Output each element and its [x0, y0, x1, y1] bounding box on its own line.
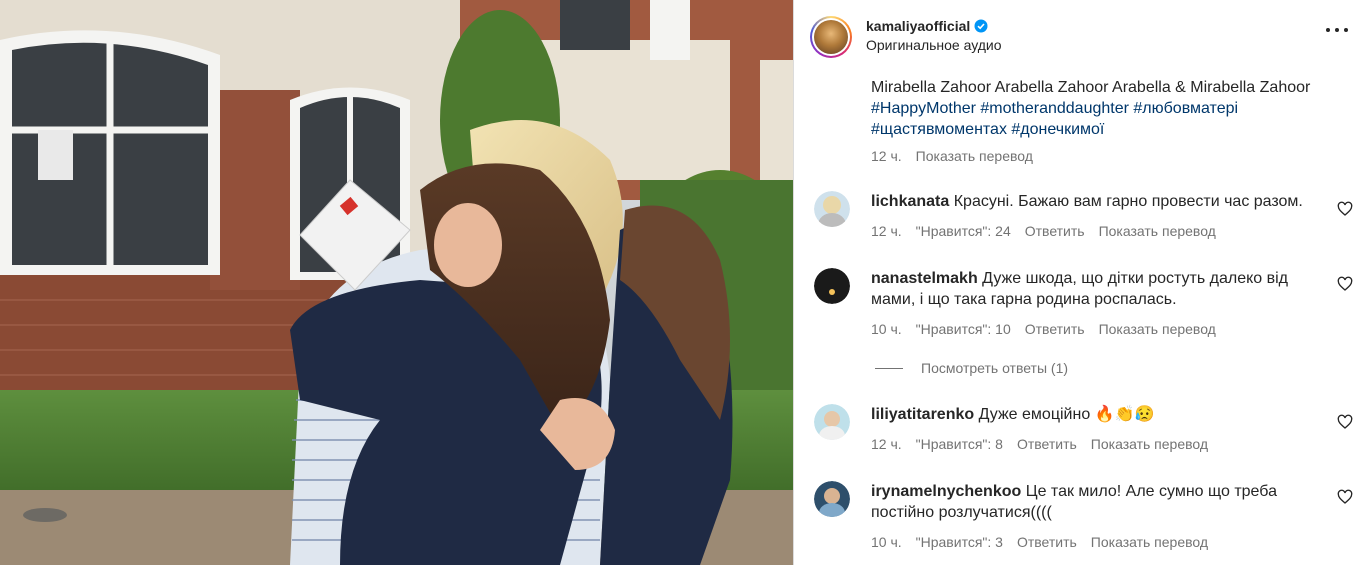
commenter-avatar[interactable]	[814, 404, 850, 440]
comment-likes[interactable]: "Нравится": 10	[916, 319, 1011, 340]
commenter-avatar[interactable]	[814, 268, 850, 304]
comment-username[interactable]: liliyatitarenko	[871, 406, 974, 423]
more-options-icon[interactable]	[1326, 28, 1348, 34]
post-viewer: kamaliyaofficial Оригинальное аудио Mira…	[0, 0, 1366, 565]
comment-likes[interactable]: "Нравится": 8	[916, 434, 1003, 455]
reply-button[interactable]: Ответить	[1017, 532, 1077, 553]
replies-divider	[875, 367, 903, 369]
comment-likes[interactable]: "Нравится": 24	[916, 221, 1011, 242]
view-replies-button[interactable]: Посмотреть ответы (1)	[875, 360, 1068, 376]
comment-username[interactable]: nanastelmakh	[871, 270, 978, 287]
comment-text: Дуже емоційно 🔥👏😥	[978, 406, 1155, 423]
caption-translate-button[interactable]: Показать перевод	[916, 146, 1033, 167]
comment-username[interactable]: lichkanata	[871, 193, 949, 210]
comment-time: 12 ч.	[871, 436, 902, 452]
post-photo[interactable]	[0, 0, 793, 565]
translate-button[interactable]: Показать перевод	[1091, 532, 1208, 553]
reply-button[interactable]: Ответить	[1025, 319, 1085, 340]
heart-icon[interactable]	[1337, 414, 1353, 430]
comment-username[interactable]: irynamelnychenkoo	[871, 483, 1021, 500]
photo-scene	[0, 0, 793, 565]
author-username[interactable]: kamaliyaofficial	[866, 18, 970, 34]
commenter-avatar[interactable]	[814, 481, 850, 517]
caption-hashtags-1[interactable]: #HappyMother #motheranddaughter #любовма…	[871, 98, 1341, 119]
caption-names: Mirabella Zahoor Arabella Zahoor Arabell…	[871, 79, 1311, 96]
post-side-panel: kamaliyaofficial Оригинальное аудио Mira…	[793, 0, 1366, 565]
translate-button[interactable]: Показать перевод	[1091, 434, 1208, 455]
commenter-avatar[interactable]	[814, 191, 850, 227]
comment-text: Красуні. Бажаю вам гарно провести час ра…	[953, 193, 1303, 210]
caption-hashtags-2[interactable]: #щастявмоментах #донечкимої	[871, 119, 1341, 140]
heart-icon[interactable]	[1337, 489, 1353, 505]
view-replies-label: Посмотреть ответы (1)	[921, 360, 1069, 376]
author-avatar[interactable]	[810, 16, 852, 58]
comment-likes[interactable]: "Нравится": 3	[916, 532, 1003, 553]
reply-button[interactable]: Ответить	[1025, 221, 1085, 242]
translate-button[interactable]: Показать перевод	[1099, 221, 1216, 242]
audio-label[interactable]: Оригинальное аудио	[866, 37, 1002, 53]
post-header: kamaliyaofficial Оригинальное аудио	[794, 0, 1366, 77]
caption-time: 12 ч.	[871, 148, 902, 164]
comment-time: 12 ч.	[871, 223, 902, 239]
heart-icon[interactable]	[1337, 276, 1353, 292]
verified-badge-icon	[974, 19, 988, 33]
comment-time: 10 ч.	[871, 321, 902, 337]
translate-button[interactable]: Показать перевод	[1099, 319, 1216, 340]
reply-button[interactable]: Ответить	[1017, 434, 1077, 455]
heart-icon[interactable]	[1337, 201, 1353, 217]
post-caption: Mirabella Zahoor Arabella Zahoor Arabell…	[871, 77, 1341, 167]
comment-time: 10 ч.	[871, 534, 902, 550]
